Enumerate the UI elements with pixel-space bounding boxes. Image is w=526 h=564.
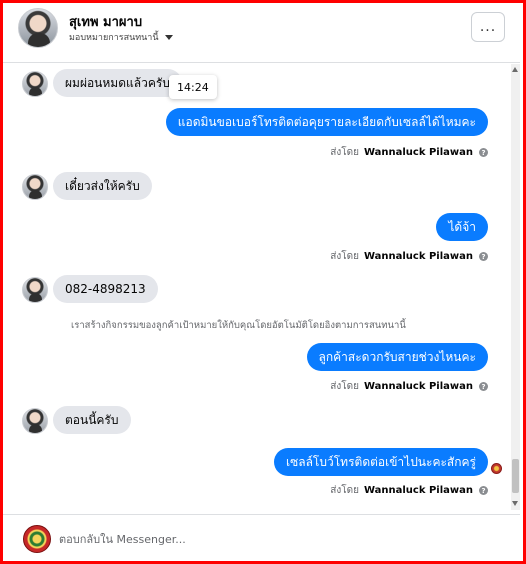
message-text: เดี๋ยวส่งให้ครับ [65, 178, 140, 193]
sent-by-line: ส่งโดย Wannaluck Pilawan ? [330, 483, 488, 498]
sender-name[interactable]: Wannaluck Pilawan [364, 485, 473, 496]
sent-by-prefix: ส่งโดย [330, 251, 359, 262]
sent-by-line: ส่งโดย Wannaluck Pilawan ? [330, 249, 488, 264]
page-logo-avatar [23, 525, 51, 553]
system-note: เราสร้างกิจกรรมของลูกค้าเป้าหมายให้กับคุ… [71, 320, 406, 331]
scrollbar[interactable] [511, 64, 520, 510]
outgoing-message[interactable]: แอดมินขอเบอร์โทรติดต่อคุยรายละเอียดกับเซ… [165, 108, 488, 136]
caret-down-icon [164, 34, 173, 40]
customer-avatar[interactable] [22, 277, 48, 303]
message-text: 082-4898213 [65, 282, 146, 296]
assign-conversation-dropdown[interactable]: มอบหมายการสนทนานี้ [69, 30, 173, 44]
outgoing-message[interactable]: ได้จ้า [436, 213, 488, 241]
sender-name[interactable]: Wannaluck Pilawan [364, 147, 473, 158]
message-text: ผมผ่อนหมดแล้วครับ [65, 75, 170, 90]
help-icon[interactable]: ? [479, 486, 488, 495]
help-icon[interactable]: ? [479, 252, 488, 261]
help-icon[interactable]: ? [479, 148, 488, 157]
incoming-message[interactable]: ผมผ่อนหมดแล้วครับ [53, 69, 182, 97]
message-text: แอดมินขอเบอร์โทรติดต่อคุยรายละเอียดกับเซ… [177, 114, 476, 129]
reply-input[interactable] [59, 530, 479, 548]
seen-avatar-icon [491, 463, 502, 474]
reply-bar [3, 514, 520, 561]
sent-by-line: ส่งโดย Wannaluck Pilawan ? [330, 379, 488, 394]
scrollbar-thumb[interactable] [512, 459, 519, 493]
contact-name[interactable]: สุเทพ มาผาบ [69, 11, 142, 32]
sender-name[interactable]: Wannaluck Pilawan [364, 381, 473, 392]
outgoing-message[interactable]: เซลล์โบว์โทรติดต่อเข้าไปนะคะสักครู่ [273, 448, 488, 476]
customer-avatar[interactable] [22, 71, 48, 97]
sent-by-prefix: ส่งโดย [330, 485, 359, 496]
message-list: ผมผ่อนหมดแล้วครับ 14:24 แอดมินขอเบอร์โทร… [3, 64, 520, 510]
message-text: ตอนนี้ครับ [65, 412, 119, 427]
message-text: ได้จ้า [448, 219, 476, 234]
scroll-down-icon[interactable] [512, 501, 518, 506]
customer-avatar[interactable] [22, 408, 48, 434]
customer-avatar[interactable] [22, 174, 48, 200]
contact-avatar[interactable] [18, 8, 58, 48]
message-text: เซลล์โบว์โทรติดต่อเข้าไปนะคะสักครู่ [285, 454, 476, 469]
more-icon: ... [479, 19, 497, 35]
sent-by-prefix: ส่งโดย [330, 147, 359, 158]
conversation-header: สุเทพ มาผาบ มอบหมายการสนทนานี้ ... [3, 3, 520, 63]
timestamp-text: 14:24 [177, 80, 209, 94]
sent-by-prefix: ส่งโดย [330, 381, 359, 392]
scroll-up-icon[interactable] [512, 67, 518, 72]
incoming-message[interactable]: ตอนนี้ครับ [53, 406, 131, 434]
incoming-message[interactable]: เดี๋ยวส่งให้ครับ [53, 172, 152, 200]
sent-by-line: ส่งโดย Wannaluck Pilawan ? [330, 145, 488, 160]
sender-name[interactable]: Wannaluck Pilawan [364, 251, 473, 262]
more-options-button[interactable]: ... [471, 12, 505, 42]
message-text: ลูกค้าสะดวกรับสายช่วงไหนคะ [318, 349, 476, 364]
incoming-message[interactable]: 082-4898213 [53, 275, 158, 303]
outgoing-message[interactable]: ลูกค้าสะดวกรับสายช่วงไหนคะ [306, 343, 488, 371]
help-icon[interactable]: ? [479, 382, 488, 391]
assign-conversation-label: มอบหมายการสนทนานี้ [69, 33, 159, 43]
timestamp-tooltip: 14:24 [169, 75, 217, 99]
